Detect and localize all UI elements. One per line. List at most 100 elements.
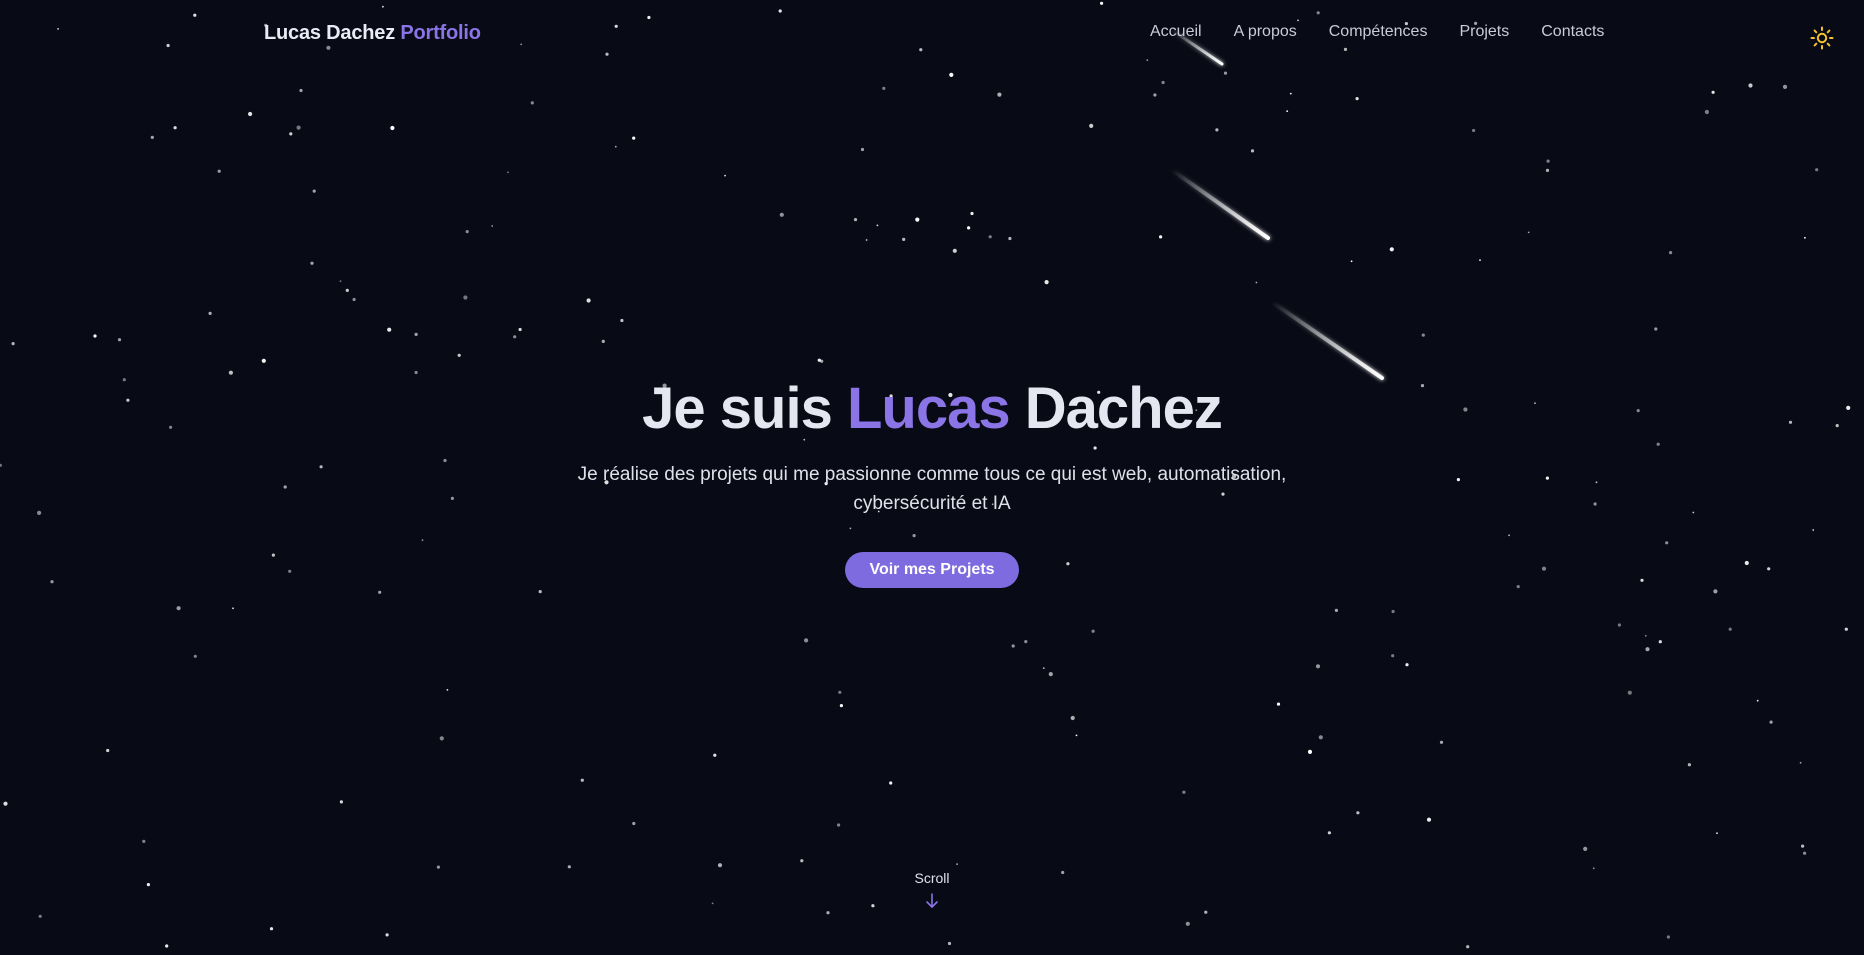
star xyxy=(632,821,636,826)
star xyxy=(339,800,343,804)
star xyxy=(853,218,858,222)
star xyxy=(970,211,974,216)
star xyxy=(1334,608,1338,613)
star xyxy=(142,839,146,844)
star xyxy=(1545,168,1550,172)
star xyxy=(1355,97,1359,101)
star xyxy=(839,704,844,708)
hero-title-accent: Lucas xyxy=(846,376,1011,441)
star xyxy=(1159,235,1163,239)
star xyxy=(518,327,522,332)
star xyxy=(93,334,97,338)
star xyxy=(1527,231,1530,234)
star xyxy=(1307,749,1313,755)
star xyxy=(345,288,349,292)
star xyxy=(150,135,154,139)
star xyxy=(1711,90,1715,94)
scroll-label: Scroll xyxy=(914,870,950,886)
star xyxy=(1803,851,1807,855)
star xyxy=(385,933,389,937)
star xyxy=(1654,327,1658,331)
star xyxy=(713,753,717,757)
star xyxy=(1704,109,1709,115)
theme-toggle-button[interactable] xyxy=(1810,26,1838,54)
star xyxy=(193,654,197,658)
star xyxy=(1801,844,1805,848)
star xyxy=(1782,84,1788,89)
star xyxy=(1011,644,1015,648)
star xyxy=(952,248,957,253)
scroll-indicator[interactable]: Scroll xyxy=(0,870,1864,910)
star xyxy=(1318,735,1323,740)
nav-competences[interactable]: Compétences xyxy=(1329,23,1428,41)
star xyxy=(800,859,804,863)
star xyxy=(860,147,865,152)
star xyxy=(1091,629,1095,633)
star xyxy=(457,353,461,357)
star xyxy=(1769,720,1773,724)
star xyxy=(1223,71,1228,75)
view-projects-button[interactable]: Voir mes Projets xyxy=(845,552,1019,588)
star xyxy=(1215,128,1219,132)
star xyxy=(106,748,110,753)
star xyxy=(1391,609,1395,614)
star xyxy=(1756,699,1759,702)
star xyxy=(208,311,212,315)
star xyxy=(1728,627,1732,631)
star xyxy=(1161,80,1165,85)
star xyxy=(1024,640,1028,644)
star xyxy=(352,297,356,302)
star xyxy=(1546,159,1550,163)
star xyxy=(248,111,253,117)
star xyxy=(1389,247,1394,252)
star xyxy=(567,865,571,869)
star xyxy=(882,86,886,90)
main-nav: Accueil A propos Compétences Projets Con… xyxy=(1150,23,1604,41)
nav-a-propos[interactable]: A propos xyxy=(1234,23,1297,41)
star xyxy=(1350,260,1353,263)
star xyxy=(1289,92,1292,95)
star xyxy=(1687,763,1691,767)
shooting-star xyxy=(1270,300,1384,380)
star xyxy=(1804,236,1806,239)
star xyxy=(1799,761,1802,764)
star xyxy=(820,359,824,363)
hero-title-suffix: Dachez xyxy=(1009,376,1223,441)
star xyxy=(779,212,784,217)
star xyxy=(299,88,303,93)
star xyxy=(837,823,841,827)
hero-subtitle: Je réalise des projets qui me passionne … xyxy=(577,464,1287,514)
site-header: Lucas Dachez Portfolio Accueil A propos … xyxy=(0,0,1864,68)
star xyxy=(1426,817,1432,822)
star xyxy=(513,335,517,339)
star xyxy=(289,132,293,136)
star xyxy=(387,327,392,332)
star xyxy=(1472,128,1476,133)
nav-accueil[interactable]: Accueil xyxy=(1150,23,1202,41)
star xyxy=(1250,149,1255,153)
star xyxy=(465,230,469,234)
star xyxy=(915,217,920,222)
star xyxy=(1185,921,1190,926)
star xyxy=(1666,935,1670,939)
star xyxy=(586,298,591,303)
star xyxy=(1042,667,1045,669)
star xyxy=(1356,811,1360,815)
nav-projets[interactable]: Projets xyxy=(1459,23,1509,41)
star xyxy=(11,342,15,346)
star xyxy=(1255,281,1258,284)
page: Lucas Dachez Portfolio Accueil A propos … xyxy=(0,0,1864,955)
star xyxy=(1044,280,1049,285)
star xyxy=(1327,831,1331,835)
star xyxy=(261,358,266,363)
star xyxy=(1466,945,1470,949)
star xyxy=(1716,832,1718,835)
star xyxy=(1089,123,1094,128)
star xyxy=(538,590,542,594)
star xyxy=(620,318,624,323)
star xyxy=(1276,702,1281,706)
site-logo[interactable]: Lucas Dachez Portfolio xyxy=(264,22,481,45)
nav-contacts[interactable]: Contacts xyxy=(1541,23,1604,41)
star xyxy=(310,261,314,265)
star xyxy=(507,171,509,174)
